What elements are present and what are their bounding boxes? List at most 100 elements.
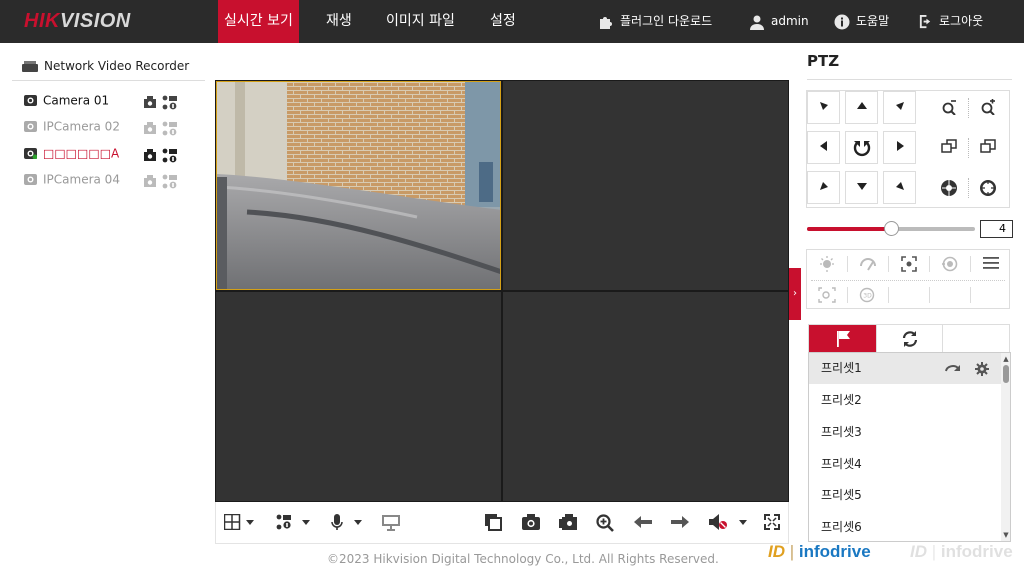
digital-zoom-button[interactable] <box>382 514 400 535</box>
camera-recording-icon <box>24 148 37 159</box>
arrow-up-left-icon <box>819 102 828 110</box>
tab-pattern[interactable] <box>943 325 1010 353</box>
focus-far-button[interactable] <box>972 131 1003 164</box>
focus-near-button[interactable] <box>933 131 964 164</box>
ptz-down-left-button[interactable] <box>807 171 840 204</box>
3d-zoom-button[interactable]: 3D <box>848 281 888 309</box>
manual-tracking-button[interactable] <box>807 281 847 309</box>
aux-focus-icon <box>901 256 917 272</box>
ptz-control-icon[interactable] <box>162 95 178 110</box>
flag-icon <box>836 331 850 347</box>
camera-item[interactable]: □□□□□□A <box>24 143 194 163</box>
volume-button[interactable] <box>709 514 747 534</box>
iris-close-button[interactable] <box>933 171 964 204</box>
iris-open-button[interactable] <box>972 171 1003 204</box>
ptz-up-left-button[interactable] <box>807 91 840 124</box>
logout-link[interactable]: 로그아웃 <box>918 0 983 43</box>
ptz-left-button[interactable] <box>807 131 840 164</box>
nav-live-view[interactable]: 실시간 보기 <box>218 0 299 43</box>
ptz-down-right-button[interactable] <box>883 171 916 204</box>
nav-playback[interactable]: 재생 <box>320 0 358 43</box>
ptz-auto-button[interactable] <box>845 131 878 164</box>
audio-talk-button[interactable] <box>330 514 362 535</box>
iris-open-icon <box>979 180 996 196</box>
record-icon[interactable] <box>142 148 158 163</box>
video-window-4[interactable] <box>503 292 788 501</box>
preset-scrollbar[interactable]: ▲ ▼ <box>1001 353 1010 541</box>
volume-muted-icon <box>709 514 747 530</box>
wiper-button[interactable] <box>848 250 888 278</box>
arrow-right-icon <box>896 141 904 151</box>
ptz-up-button[interactable] <box>845 91 878 124</box>
zoom-in-button[interactable] <box>972 91 1003 124</box>
call-preset-icon[interactable] <box>945 363 961 375</box>
arrow-down-left-icon <box>819 182 828 190</box>
gear-icon[interactable] <box>975 361 989 376</box>
ptz-speed-slider[interactable] <box>807 221 975 236</box>
monitor-icon <box>382 515 400 531</box>
ptz-all-button[interactable] <box>276 514 310 534</box>
tab-preset[interactable] <box>809 325 876 353</box>
record-icon[interactable] <box>142 95 158 110</box>
video-window-2[interactable] <box>503 81 788 290</box>
preset-item[interactable]: 프리셋1 <box>809 353 1001 384</box>
top-bar: HIKVISION 실시간 보기 재생 이미지 파일 설정 플러그인 다운로드 … <box>0 0 1024 43</box>
ptz-control-icon[interactable] <box>162 148 178 163</box>
video-window-3[interactable] <box>216 292 501 501</box>
record-all-button[interactable] <box>559 514 577 534</box>
ptz-down-button[interactable] <box>845 171 878 204</box>
tab-patrol[interactable] <box>876 325 943 353</box>
record-icon[interactable] <box>142 121 158 136</box>
help-link[interactable]: 도움말 <box>834 0 889 43</box>
preset-item[interactable]: 프리셋2 <box>809 385 1001 416</box>
camera-offline-icon <box>24 174 37 185</box>
next-page-button[interactable] <box>671 514 689 533</box>
user-menu[interactable]: admin <box>749 0 809 43</box>
window-layout-button[interactable] <box>223 513 254 534</box>
iris-close-icon <box>940 180 957 196</box>
zoom-in-button[interactable] <box>596 514 614 536</box>
previous-page-button[interactable] <box>634 514 652 533</box>
preset-item[interactable]: 프리셋3 <box>809 417 1001 448</box>
video-window-1[interactable] <box>216 81 501 290</box>
menu-button[interactable] <box>971 250 1011 278</box>
ptz-control-icon[interactable] <box>162 174 178 189</box>
nav-image-files[interactable]: 이미지 파일 <box>380 0 461 43</box>
camera-item[interactable]: IPCamera 04 <box>24 169 194 189</box>
scroll-up-icon[interactable]: ▲ <box>1002 355 1010 363</box>
nav-settings[interactable]: 설정 <box>484 0 522 43</box>
fullscreen-button[interactable] <box>764 514 780 534</box>
chevron-right-icon: › <box>793 288 797 299</box>
light-button[interactable] <box>807 250 847 278</box>
scroll-thumb[interactable] <box>1003 365 1009 383</box>
ptz-tabs <box>808 324 1010 353</box>
capture-button[interactable] <box>522 514 540 534</box>
ptz-right-button[interactable] <box>883 131 916 164</box>
preset-item[interactable]: 프리셋6 <box>809 512 1001 541</box>
preset-label: 프리셋1 <box>821 361 862 375</box>
zoom-out-button[interactable] <box>933 91 964 124</box>
ptz-control-icon[interactable] <box>162 121 178 136</box>
video-grid <box>215 80 789 502</box>
speed-slider-handle[interactable] <box>884 221 899 236</box>
auxiliary-focus-button[interactable] <box>889 250 929 278</box>
video-toolbar <box>215 502 789 544</box>
preset-item[interactable]: 프리셋4 <box>809 449 1001 480</box>
camera-snapshot-icon <box>522 514 540 530</box>
preset-item[interactable]: 프리셋5 <box>809 480 1001 511</box>
camera-item[interactable]: Camera 01 <box>24 90 194 110</box>
record-icon[interactable] <box>142 174 158 189</box>
lens-init-button[interactable] <box>930 250 970 278</box>
arrow-down-right-icon <box>895 182 904 190</box>
plugin-download-link[interactable]: 플러그인 다운로드 <box>598 0 712 43</box>
panel-collapse-toggle[interactable]: › <box>789 268 801 320</box>
grid-layout-icon <box>223 513 254 531</box>
device-tree-panel: Network Video Recorder Camera 01 IPCamer… <box>0 43 205 579</box>
scroll-down-icon[interactable]: ▼ <box>1002 531 1010 539</box>
wiper-icon <box>860 258 876 271</box>
camera-item[interactable]: IPCamera 02 <box>24 116 194 136</box>
device-tree-root[interactable]: Network Video Recorder <box>22 59 189 73</box>
ptz-up-right-button[interactable] <box>883 91 916 124</box>
info-icon <box>834 14 850 29</box>
stop-all-button[interactable] <box>485 514 502 535</box>
